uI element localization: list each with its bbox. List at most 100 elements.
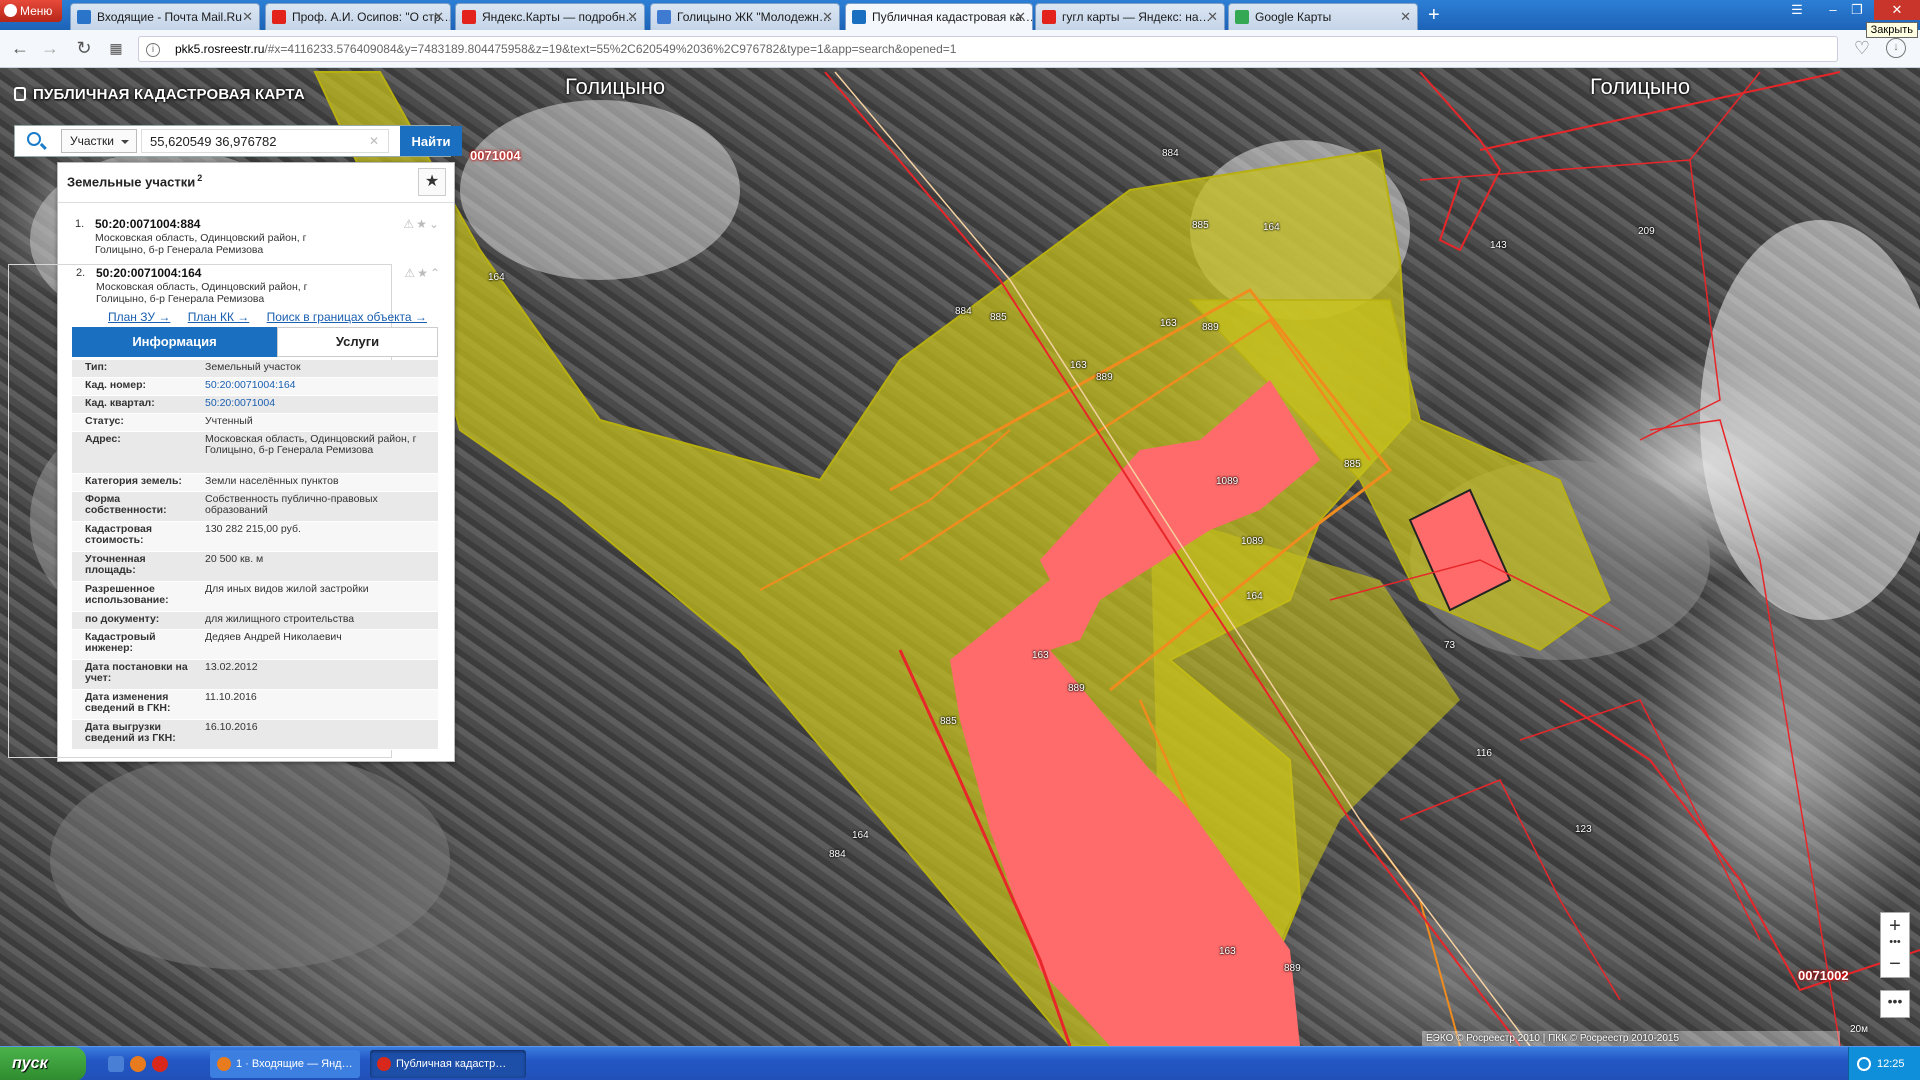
url-field[interactable]: pkk5.rosreestr.ru/#x=4116233.576409084&y… [138,36,1838,62]
tab-close-icon[interactable]: ✕ [1207,4,1218,30]
task-label: Публичная кадастр… [396,1058,507,1070]
browser-menu-button[interactable]: Меню [0,0,62,22]
info-value: 13.02.2012 [205,661,258,673]
info-key: Дата постановки на учет: [85,661,188,684]
browser-tab[interactable]: Яндекс.Карты — подробн… ✕ [455,3,645,30]
browser-tab[interactable]: Google Карты ✕ [1228,3,1418,30]
tab-close-icon[interactable]: ✕ [242,4,253,30]
browser-tab[interactable]: Входящие - Почта Mail.Ru ✕ [70,3,260,30]
info-value: 20 500 кв. м [205,553,264,565]
quicklaunch-opera-icon[interactable] [152,1056,168,1072]
panel-title-text: Земельные участки [67,174,196,190]
tab-close-icon[interactable]: ✕ [433,4,444,30]
tab-services[interactable]: Услуги [277,327,438,357]
tab-close-icon[interactable]: ✕ [627,4,638,30]
back-arrow-icon[interactable]: ← [8,38,32,58]
browser-tab[interactable]: Проф. А.И. Осипов: "О стр… ✕ [265,3,451,30]
taskbar-item-cadastral[interactable]: Публичная кадастр… [370,1050,526,1078]
reload-icon[interactable]: ↻ [72,38,96,58]
info-key: Уточненная площадь: [85,553,146,576]
result-cad-number: 50:20:0071004:164 [96,266,202,280]
quicklaunch-firefox-icon[interactable] [130,1056,146,1072]
parcel-number-label: 885 [990,312,1007,323]
result-cad-number: 50:20:0071004:884 [95,217,201,231]
info-value: 130 282 215,00 руб. [205,523,301,535]
clear-icon[interactable]: ✕ [369,134,379,148]
quarter-label: 0071002 [1798,968,1849,983]
tab-label: Проф. А.И. Осипов: "О стр… [292,10,451,24]
download-icon[interactable]: ↓ [1886,38,1906,58]
info-key: Кад. квартал: [85,397,155,409]
info-value: Учтенный [205,415,253,427]
search-icon[interactable] [27,132,41,146]
object-type-select[interactable]: Участки [61,129,137,153]
info-key: Категория земель: [85,475,182,487]
start-button[interactable]: пуск [0,1047,86,1080]
tab-list-icon[interactable]: ☰ [1786,2,1808,18]
browser-tab[interactable]: гугл карты — Яндекс: на… ✕ [1035,3,1225,30]
window-close-button[interactable]: ✕ [1874,0,1920,20]
result-actions-icons[interactable]: ⚠★⌄ [403,217,441,231]
forward-arrow-icon[interactable]: → [38,38,62,58]
new-tab-plus-icon[interactable]: + [1428,4,1440,26]
info-value-link[interactable]: 50:20:0071004 [205,398,430,409]
info-row: Уточненная площадь: 20 500 кв. м [72,552,438,582]
tab-favicon-icon [1235,10,1249,24]
app-title: ПУБЛИЧНАЯ КАДАСТРОВАЯ КАРТА [14,86,305,103]
find-button[interactable]: Найти [400,126,462,156]
taskbar-item-mail[interactable]: 1 · Входящие — Янд… [210,1050,360,1078]
tab-close-icon[interactable]: ✕ [822,4,833,30]
tray-network-icon[interactable] [1857,1057,1871,1071]
parcel-number-label: 163 [1070,360,1087,371]
app-title-text: ПУБЛИЧНАЯ КАДАСТРОВАЯ КАРТА [33,86,305,103]
detail-tabs: Информация Услуги [72,327,438,357]
tab-close-icon[interactable]: ✕ [1015,4,1026,30]
result-number: 2. [76,267,86,279]
tab-favicon-icon [272,10,286,24]
result-address: Московская область, Одинцовский район, г… [96,281,308,305]
zoom-level-dots[interactable]: ••• [1881,937,1909,951]
search-in-bounds-link[interactable]: Поиск в границах объекта → [267,310,427,324]
browser-tab[interactable]: Голицыно ЖК "Молодежн… ✕ [650,3,840,30]
search-input[interactable] [141,129,389,153]
info-value: Земли населённых пунктов [205,475,339,487]
info-key: Кадастровый инженер: [85,631,156,654]
result-item[interactable]: 1. 50:20:0071004:884 Московская область,… [67,217,447,257]
tab-label: Входящие - Почта Mail.Ru [97,10,242,24]
plan-zu-link[interactable]: План ЗУ → [108,310,170,324]
bookmark-heart-icon[interactable]: ♡ [1854,38,1870,59]
url-path: /#x=4116233.576409084&y=7483189.80447595… [264,42,957,56]
boundary-red [1419,71,1502,252]
tab-information[interactable]: Информация [72,327,277,357]
site-info-icon[interactable]: i [146,43,160,57]
info-row: Тип: Земельный участок [72,360,438,378]
more-options-button[interactable]: ••• [1880,990,1910,1018]
zoom-out-button[interactable]: − [1881,951,1909,977]
parcel-number-label: 164 [1263,222,1280,233]
parcel-number-label: 164 [1246,591,1263,602]
info-row: Адрес: Московская область, Одинцовский ра… [72,432,438,474]
browser-tab[interactable]: Публичная кадастровая ка… ✕ [845,3,1033,30]
info-key: Статус: [85,415,124,427]
tab-close-icon[interactable]: ✕ [1400,4,1411,30]
info-value-link[interactable]: 50:20:0071004:164 [205,380,430,391]
result-item-selected[interactable]: 2. 50:20:0071004:164 Московская область,… [68,266,448,306]
info-row: Кадастровый инженер: Дедяев Андрей Никола… [72,630,438,660]
maximize-icon[interactable]: ❐ [1846,2,1868,18]
map-copyright: ЕЭКО © Росреестр 2010 | ПКК © Росреестр … [1422,1031,1840,1046]
parcel-number-label: 209 [1638,226,1655,237]
parcel-number-label: 884 [955,306,972,317]
tab-favicon-icon [462,10,476,24]
speed-dial-grid-icon[interactable]: ▦ [104,38,128,58]
plan-links: План ЗУ → План КК → Поиск в границах объ… [108,310,441,324]
system-tray: 12:25 [1848,1047,1920,1080]
parcel-number-label: 164 [488,272,505,283]
quicklaunch-save-icon[interactable] [108,1056,124,1072]
result-actions-icons[interactable]: ⚠★⌃ [404,266,442,280]
minimize-icon[interactable]: – [1822,2,1844,18]
tab-label: гугл карты — Яндекс: на… [1062,10,1211,24]
place-label: Голицыно [1590,74,1691,99]
boundary-red [1519,699,1761,941]
favorite-star-button[interactable]: ★ [418,168,446,196]
plan-kk-link[interactable]: План КК → [188,310,250,324]
